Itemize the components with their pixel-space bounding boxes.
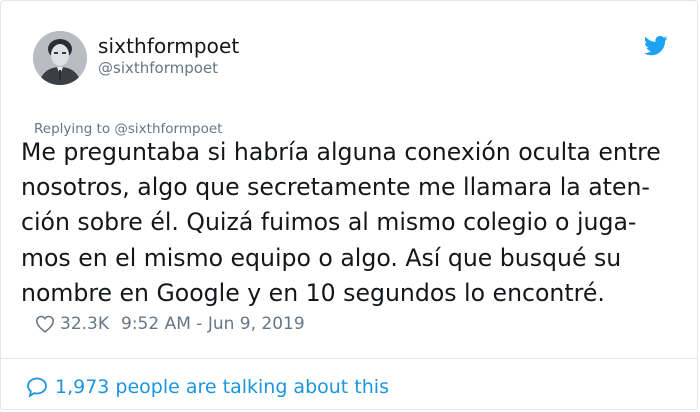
heart-icon[interactable]: [34, 313, 56, 335]
user-handle[interactable]: @sixthformpoet: [98, 59, 218, 77]
tweet-text: Me preguntaba si habría alguna conexión …: [21, 138, 661, 307]
speech-bubble-icon: [27, 377, 47, 398]
divider: [1, 358, 697, 359]
conversation-count-text[interactable]: 1,973 people are talking about this: [55, 376, 389, 398]
tweet-meta: 32.3K 9:52 AM - Jun 9, 2019: [34, 313, 305, 335]
avatar-image: [33, 31, 87, 85]
conversation-link[interactable]: 1,973 people are talking about this: [25, 375, 389, 399]
tweet-card: sixthformpoet @sixthformpoet Replying to…: [0, 0, 698, 410]
avatar[interactable]: [33, 31, 87, 85]
twitter-bird-icon[interactable]: [644, 36, 668, 56]
user-name[interactable]: sixthformpoet: [98, 34, 239, 58]
tweet-timestamp[interactable]: 9:52 AM - Jun 9, 2019: [121, 314, 305, 334]
like-count[interactable]: 32.3K: [60, 314, 109, 334]
